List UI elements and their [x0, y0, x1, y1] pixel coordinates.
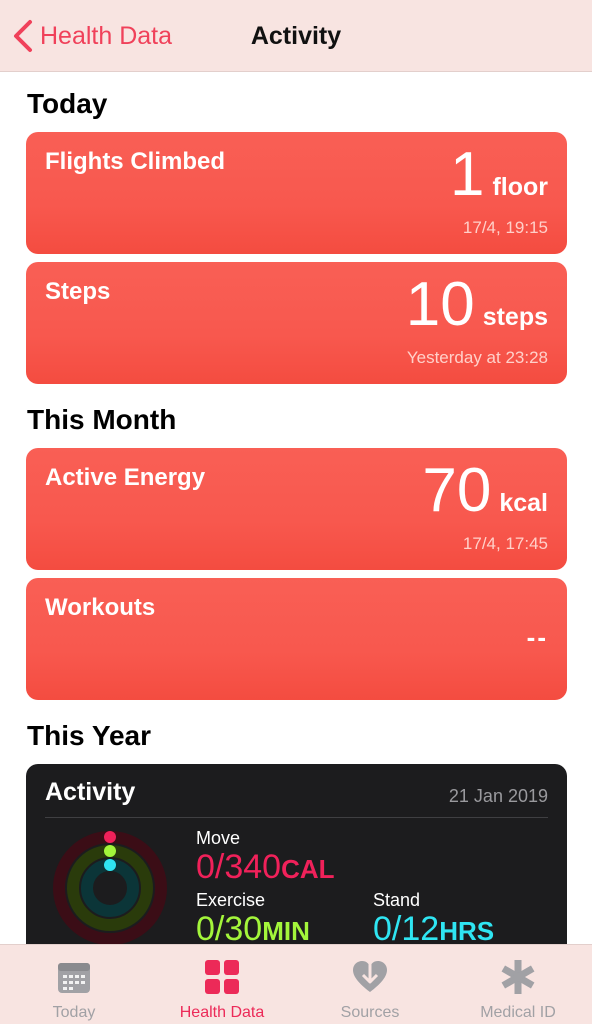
exercise-value-unit: MIN [262, 916, 310, 946]
workouts-card[interactable]: Workouts -- [26, 578, 567, 700]
card-empty-value: -- [526, 622, 548, 652]
steps-card[interactable]: Steps 10 steps Yesterday at 23:28 [26, 262, 567, 384]
tab-label: Today [52, 1004, 96, 1021]
tab-sources[interactable]: Sources [296, 945, 444, 1024]
section-heading-this-month: This Month [27, 404, 177, 435]
card-value-number: 1 [449, 140, 485, 209]
card-title: Steps [45, 278, 111, 305]
navigation-bar: Health Data Activity [0, 0, 592, 72]
card-title: Active Energy [45, 464, 206, 491]
activity-rings-icon [53, 831, 167, 945]
stand-value-unit: HRS [439, 916, 495, 946]
tab-label: Sources [340, 1004, 400, 1021]
card-value-unit: kcal [499, 489, 548, 517]
card-value-unit: floor [492, 173, 548, 201]
activity-card-date: 21 Jan 2019 [448, 786, 548, 806]
heart-download-icon [353, 961, 387, 992]
tab-label: Medical ID [480, 1004, 556, 1021]
page-title-text: Activity [250, 22, 342, 50]
card-value-number: 10 [405, 270, 475, 339]
active-energy-card[interactable]: Active Energy 70 kcal 17/4, 17:45 [26, 448, 567, 570]
card-timestamp: Yesterday at 23:28 [406, 348, 548, 367]
flights-climbed-card[interactable]: Flights Climbed 1 floor 17/4, 19:15 [26, 132, 567, 254]
card-value: 10 steps [406, 274, 548, 336]
calendar-icon [58, 963, 90, 993]
tab-medical-id[interactable]: Medical ID [444, 945, 592, 1024]
asterisk-icon [501, 960, 535, 994]
card-title: Flights Climbed [45, 148, 225, 175]
section-heading-this-year: This Year [27, 720, 152, 751]
card-value: 70 kcal [422, 460, 548, 522]
divider [45, 817, 548, 818]
move-value-number: 0/340 [196, 848, 282, 886]
tab-bar: Today Health Data Sources Medical ID [0, 944, 592, 1024]
card-title: Workouts [45, 594, 156, 621]
card-value: 1 floor [450, 144, 548, 206]
exercise-label: Exercise [196, 890, 266, 910]
page-title: Activity [0, 22, 592, 51]
activity-card-title: Activity [45, 778, 136, 806]
move-label: Move [196, 828, 241, 848]
stand-value-number: 0/12 [373, 910, 440, 948]
move-value-unit: CAL [281, 854, 335, 884]
exercise-value-number: 0/30 [196, 910, 263, 948]
tab-health-data[interactable]: Health Data [148, 945, 296, 1024]
card-timestamp: 17/4, 19:15 [462, 218, 548, 237]
card-value-number: 70 [422, 456, 492, 525]
stand-label: Stand [373, 890, 421, 910]
grid-icon [205, 960, 239, 994]
card-value-unit: steps [482, 303, 548, 331]
tab-label: Health Data [179, 1004, 265, 1021]
activity-summary-card[interactable]: Activity 21 Jan 2019 Move 0/340CAL Exerc… [26, 764, 567, 964]
tab-today[interactable]: Today [0, 945, 148, 1024]
card-timestamp: 17/4, 17:45 [462, 534, 548, 553]
move-value: 0/340CAL [196, 848, 335, 887]
section-heading-today: Today [27, 88, 108, 119]
